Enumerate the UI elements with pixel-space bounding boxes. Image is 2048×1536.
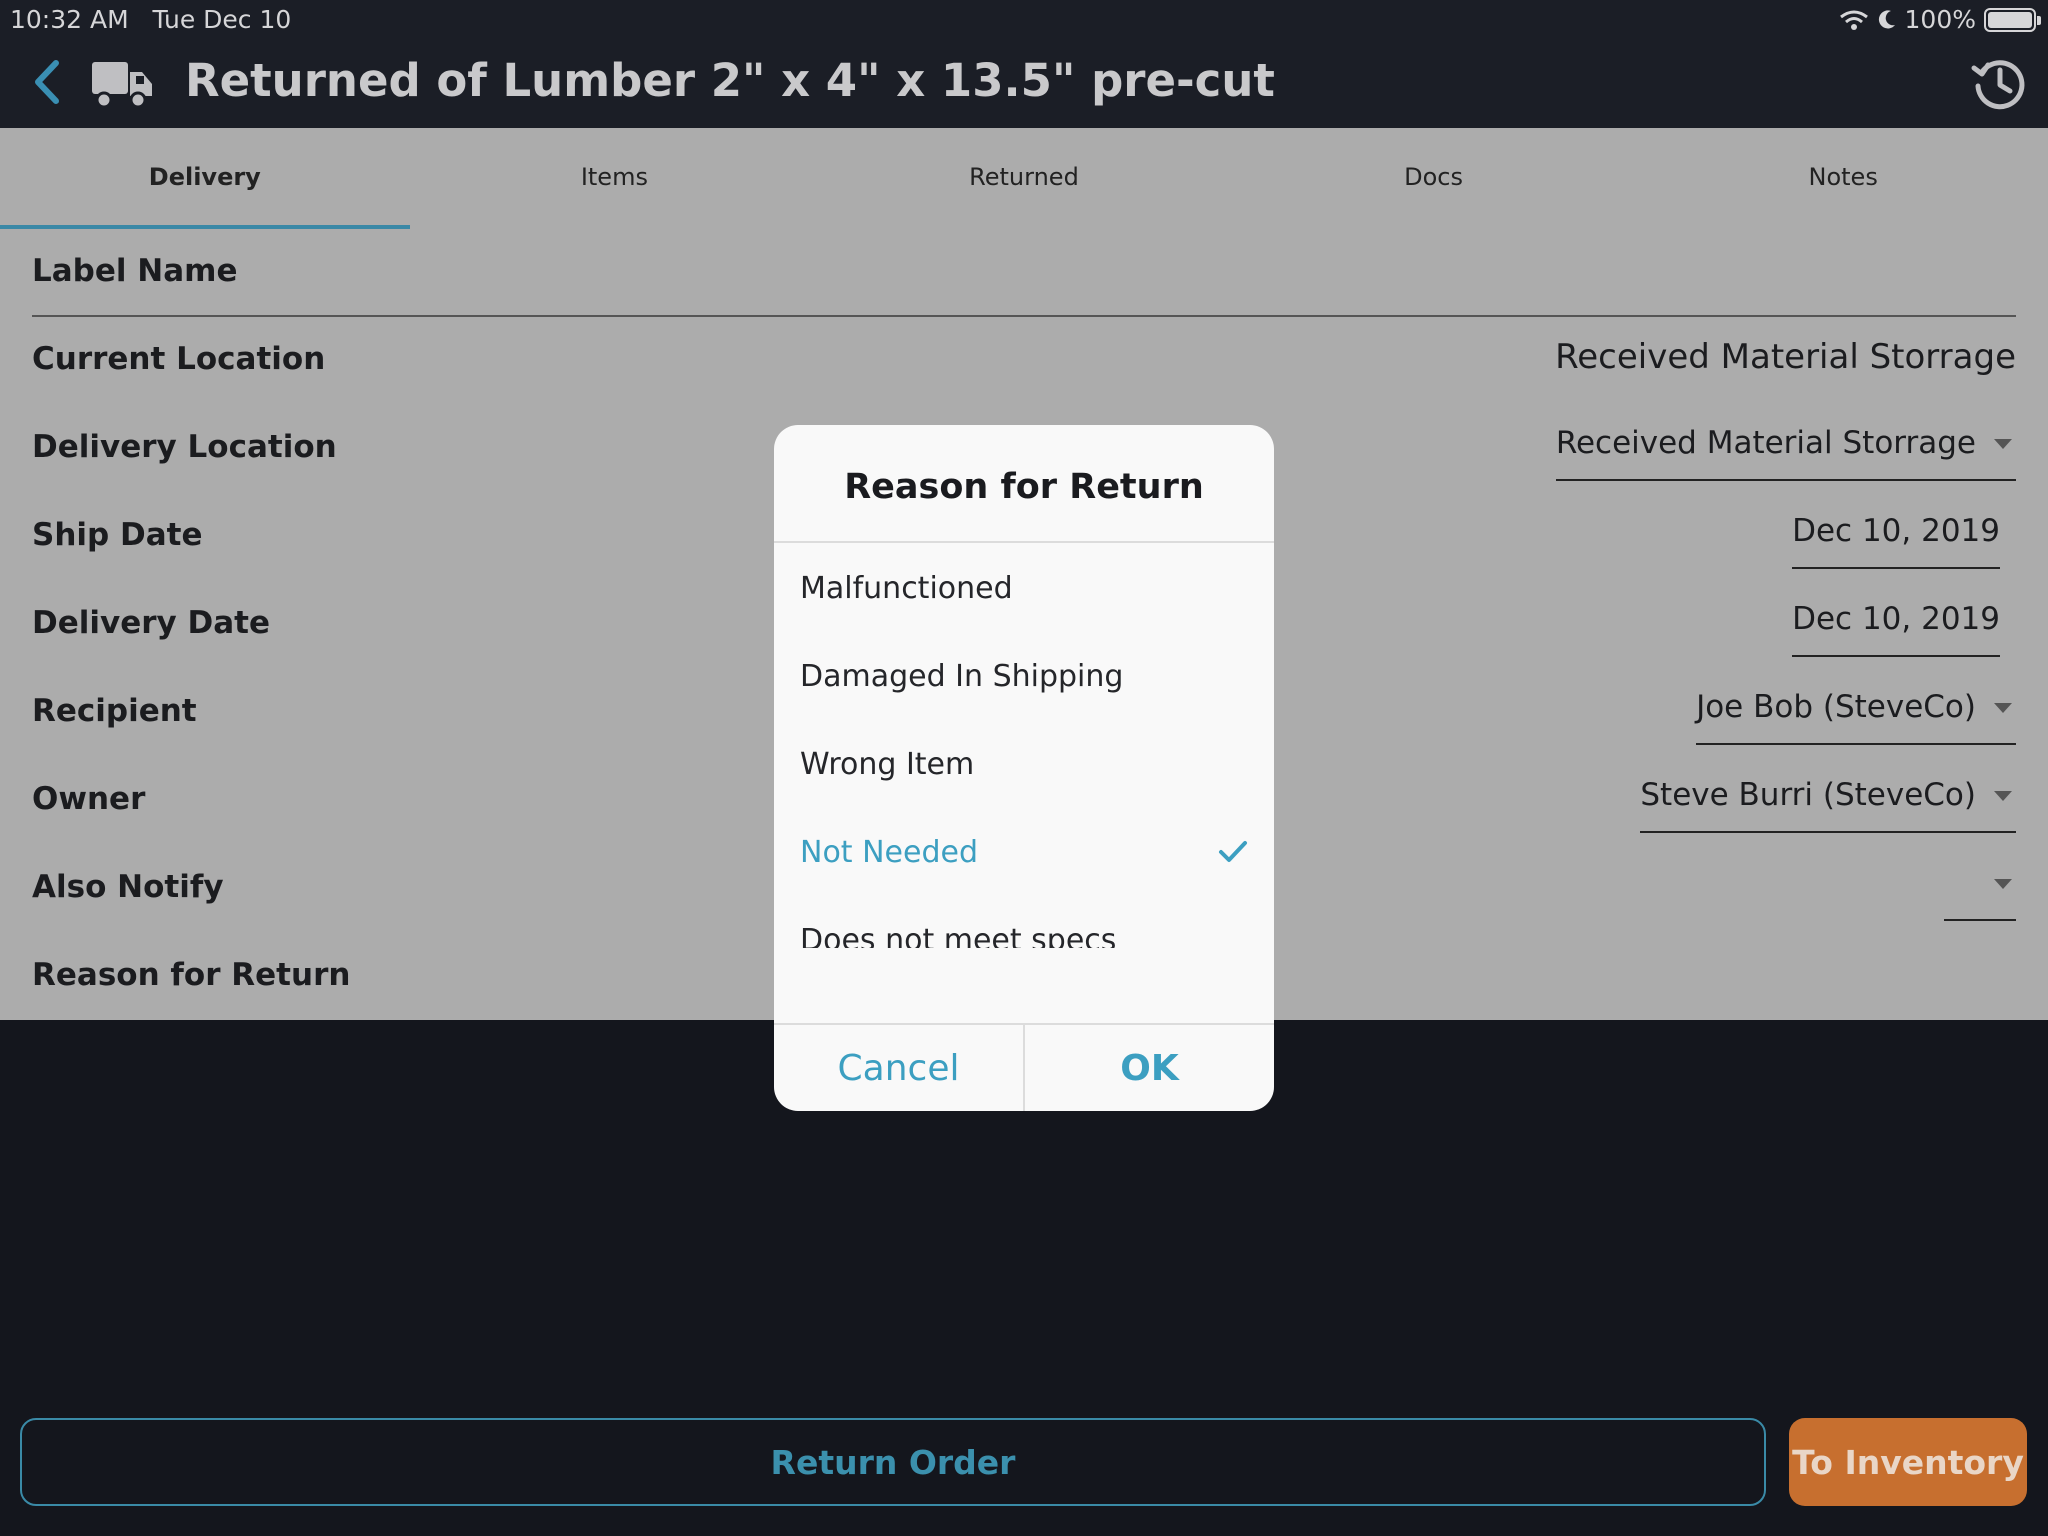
current-location-label: Current Location (32, 341, 326, 377)
tab-notes[interactable]: Notes (1638, 128, 2048, 229)
battery-icon (1984, 7, 2041, 32)
truck-icon (92, 62, 152, 109)
recipient-dropdown[interactable]: Joe Bob (SteveCo) (1696, 689, 2016, 745)
option-damaged-in-shipping[interactable]: Damaged In Shipping (800, 633, 1248, 721)
option-malfunctioned[interactable]: Malfunctioned (800, 545, 1248, 633)
back-chevron-icon (35, 60, 59, 104)
tab-items[interactable]: Items (410, 128, 820, 229)
option-not-needed[interactable]: Not Needed (800, 809, 1248, 897)
back-button[interactable] (24, 54, 68, 110)
ship-date-field[interactable]: Dec 10, 2019 (1792, 513, 2000, 569)
delivery-location-label: Delivery Location (32, 429, 337, 465)
return-order-button[interactable]: Return Order (20, 1418, 1766, 1506)
also-notify-dropdown[interactable] (1944, 865, 2016, 921)
option-does-not-meet-specs[interactable]: Does not meet specs (800, 897, 1248, 948)
to-inventory-button[interactable]: To Inventory (1789, 1418, 2027, 1506)
cancel-button[interactable]: Cancel (774, 1025, 1023, 1111)
caret-down-icon (1994, 791, 2012, 801)
reason-options-list[interactable]: Malfunctioned Damaged In Shipping Wrong … (774, 545, 1274, 948)
owner-value: Steve Burri (SteveCo) (1640, 777, 1976, 813)
label-name-label: Label Name (32, 253, 238, 289)
battery-percent: 100% (1904, 5, 1976, 34)
reason-for-return-label: Reason for Return (32, 957, 351, 993)
status-time: 10:32 AM Tue Dec 10 (10, 5, 292, 34)
app-header: Returned of Lumber 2" x 4" x 13.5" pre-c… (0, 40, 2048, 128)
caret-down-icon (1994, 439, 2012, 449)
option-not-needed-label: Not Needed (800, 835, 978, 870)
tab-returned[interactable]: Returned (819, 128, 1229, 229)
wifi-icon (1839, 10, 1868, 30)
delivery-location-dropdown[interactable]: Received Material Storrage (1555, 425, 2016, 481)
current-location-row: Current Location Received Material Storr… (32, 317, 2016, 405)
label-name-row[interactable]: Label Name (32, 229, 2016, 317)
status-right: 100% (1839, 5, 2041, 34)
caret-down-icon (1994, 879, 2012, 889)
ship-date-label: Ship Date (32, 517, 203, 553)
checkmark-icon (1219, 841, 1247, 862)
moon-icon (1878, 9, 1895, 28)
status-bar: 10:32 AM Tue Dec 10 100% (0, 0, 2048, 40)
owner-label: Owner (32, 781, 146, 817)
caret-down-icon (1994, 703, 2012, 713)
owner-dropdown[interactable]: Steve Burri (SteveCo) (1640, 777, 2016, 833)
ok-button[interactable]: OK (1023, 1025, 1274, 1111)
tab-docs[interactable]: Docs (1229, 128, 1639, 229)
option-wrong-item[interactable]: Wrong Item (800, 721, 1248, 809)
recipient-value: Joe Bob (SteveCo) (1696, 689, 1976, 725)
recipient-label: Recipient (32, 693, 197, 729)
page-title: Returned of Lumber 2" x 4" x 13.5" pre-c… (185, 54, 1275, 107)
reason-for-return-dialog: Reason for Return Malfunctioned Damaged … (774, 425, 1274, 1111)
delivery-location-value: Received Material Storrage (1555, 425, 1976, 461)
delivery-date-label: Delivery Date (32, 605, 271, 641)
tab-delivery[interactable]: Delivery (0, 128, 410, 229)
dialog-title: Reason for Return (774, 425, 1274, 543)
current-location-value: Received Material Storrage (1555, 337, 2016, 377)
tab-bar: Delivery Items Returned Docs Notes (0, 128, 2048, 229)
also-notify-label: Also Notify (32, 869, 224, 905)
dialog-footer: Cancel OK (774, 1023, 1274, 1111)
history-icon[interactable] (1970, 54, 2028, 112)
delivery-date-field[interactable]: Dec 10, 2019 (1792, 601, 2000, 657)
